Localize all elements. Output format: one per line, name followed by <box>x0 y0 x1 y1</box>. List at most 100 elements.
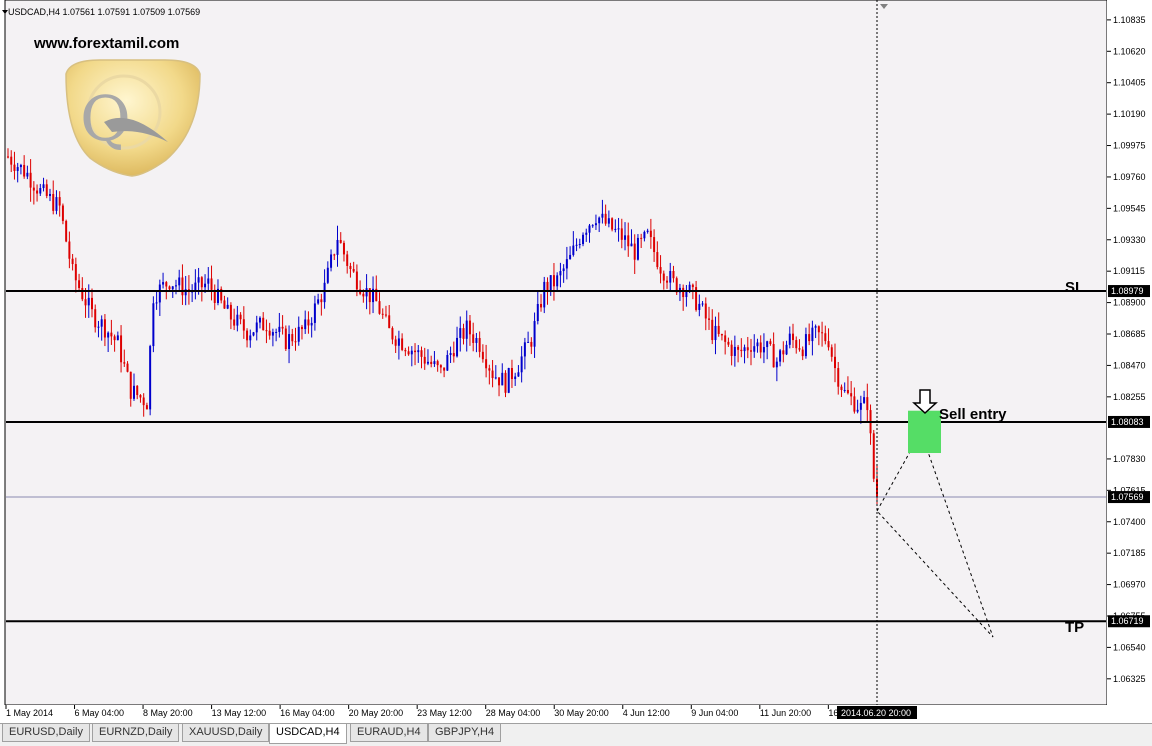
candle-body <box>84 299 87 306</box>
tab-usdcad-h4[interactable]: USDCAD,H4 <box>269 724 347 744</box>
candle-body <box>362 293 365 297</box>
candle-body <box>708 318 711 320</box>
candle-body <box>559 271 562 276</box>
candle-body <box>178 277 181 286</box>
candle-body <box>288 334 291 350</box>
y-tick-label: 1.09330 <box>1113 235 1146 245</box>
candle-body <box>200 277 203 288</box>
x-tick-label: 20 May 20:00 <box>349 708 404 718</box>
candle-body <box>546 281 549 292</box>
candle-body <box>19 164 22 168</box>
candle-body <box>649 230 652 238</box>
candle-body <box>233 319 236 326</box>
candle-body <box>523 342 526 357</box>
candle-body <box>420 350 423 357</box>
candle-body <box>498 377 501 386</box>
x-tick-label: 11 Jun 20:00 <box>760 708 811 718</box>
candle-body <box>417 350 420 353</box>
crosshair-time-label: 2014.06.20 20:00 <box>841 708 911 718</box>
candle-body <box>501 372 504 386</box>
candle-body <box>223 300 226 309</box>
candle-body <box>407 351 410 355</box>
tp-label: TP <box>1065 619 1084 636</box>
candle-body <box>704 303 707 319</box>
candle-body <box>291 334 294 342</box>
candle-body <box>436 361 439 366</box>
candle-body <box>627 235 630 247</box>
candle-body <box>569 254 572 260</box>
tab-gbpjpy-h4[interactable]: GBPJPY,H4 <box>428 724 502 742</box>
candle-body <box>107 332 110 338</box>
tab-xauusd-daily[interactable]: XAUUSD,Daily <box>182 724 270 742</box>
candle-body <box>317 299 320 304</box>
candle-body <box>727 341 730 345</box>
candle-body <box>90 297 93 310</box>
candle-body <box>229 304 232 320</box>
tab-eurnzd-daily[interactable]: EURNZD,Daily <box>92 724 180 742</box>
candle-body <box>575 244 578 246</box>
x-tick-label: 16 May 04:00 <box>280 708 335 718</box>
candle-body <box>762 347 765 353</box>
candle-body <box>792 333 795 341</box>
candle-body <box>517 372 520 377</box>
candle-body <box>265 330 268 332</box>
candle-body <box>48 194 51 196</box>
candle-body <box>753 346 756 352</box>
candle-body <box>165 282 168 287</box>
candle-body <box>782 350 785 355</box>
price-chart[interactable]: 1.10835 1.10620 1.10405 1.10190 1.09975 1.097… <box>0 0 1152 724</box>
sl-label: SL <box>1065 279 1084 296</box>
candle-body <box>271 332 274 336</box>
candle-body <box>346 254 349 266</box>
candle-body <box>756 342 759 347</box>
candle-body <box>61 205 64 221</box>
candle-body <box>45 184 48 196</box>
candle-body <box>210 278 213 290</box>
candle-body <box>23 164 26 177</box>
y-tick-label: 1.10190 <box>1113 109 1146 119</box>
sell-entry-label: Sell entry <box>939 406 1007 423</box>
candle-body <box>821 332 824 334</box>
candle-body <box>103 319 106 338</box>
candle-body <box>388 315 391 329</box>
candle-body <box>750 350 753 352</box>
y-tick-label: 1.06325 <box>1113 674 1146 684</box>
candle-body <box>552 275 555 287</box>
price-axis-panel <box>1107 0 1152 705</box>
x-tick-label: 4 Jun 12:00 <box>623 708 670 718</box>
candle-body <box>682 287 685 298</box>
y-tick-label: 1.06970 <box>1113 580 1146 590</box>
candle-body <box>481 351 484 360</box>
candle-body <box>246 330 249 341</box>
level-price-label: 1.08083 <box>1111 417 1144 427</box>
candle-body <box>456 337 459 357</box>
candle-body <box>711 319 714 341</box>
candle-body <box>714 325 717 341</box>
chart-window[interactable]: 1.10835 1.10620 1.10405 1.10190 1.09975 1.097… <box>0 0 1152 724</box>
y-tick-label: 1.09975 <box>1113 141 1146 151</box>
candle-body <box>410 350 413 355</box>
candle-body <box>430 361 433 365</box>
candle-body <box>720 334 723 336</box>
candle-body <box>475 338 478 343</box>
candle-body <box>510 368 513 380</box>
candle-body <box>336 239 339 255</box>
candle-body <box>801 349 804 357</box>
candle-body <box>342 242 345 255</box>
candle-body <box>139 395 142 398</box>
tab-euraud-h4[interactable]: EURAUD,H4 <box>350 724 428 742</box>
tab-eurusd-daily[interactable]: EURUSD,Daily <box>2 724 90 742</box>
candle-body <box>426 361 429 364</box>
candle-body <box>614 228 617 230</box>
candle-body <box>29 172 32 188</box>
candle-body <box>278 326 281 332</box>
candle-body <box>701 303 704 305</box>
candle-body <box>633 243 636 260</box>
candle-body <box>239 314 242 320</box>
candle-body <box>404 349 407 352</box>
candle-body <box>468 320 471 335</box>
candle-body <box>94 309 97 328</box>
candle-body <box>307 319 310 326</box>
candle-body <box>488 368 491 371</box>
candle-body <box>275 331 278 333</box>
